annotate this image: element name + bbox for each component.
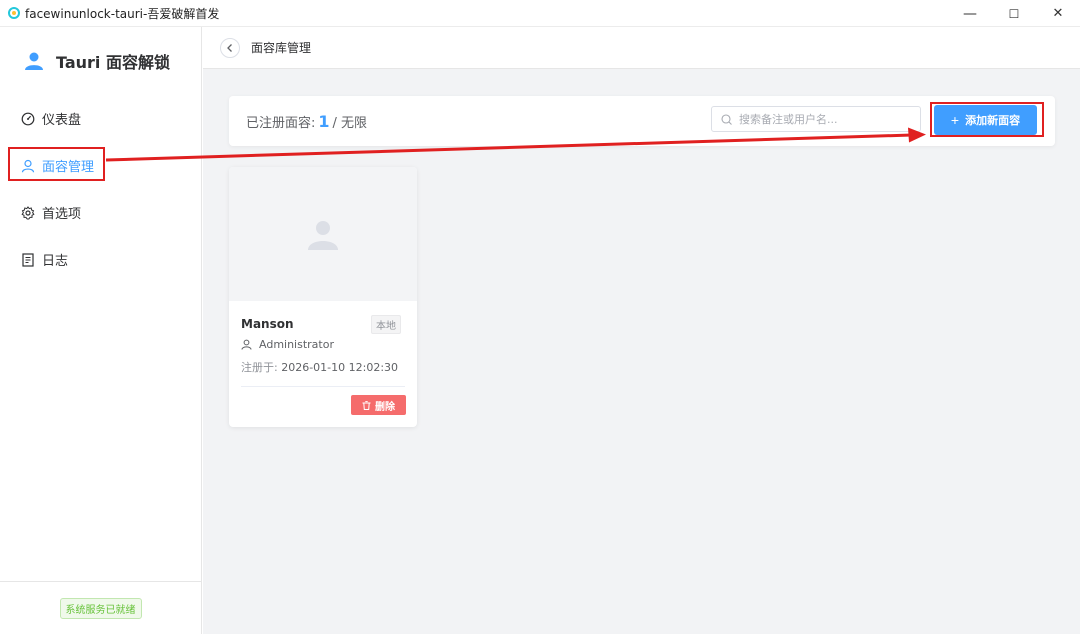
search-input[interactable]: [739, 112, 909, 126]
dashboard-icon: [21, 112, 35, 125]
brand-name: Tauri 面容解锁: [56, 52, 170, 72]
sidebar-item-label: 仪表盘: [42, 113, 82, 128]
face-photo-placeholder: [229, 167, 417, 301]
sidebar-item-dashboard[interactable]: 仪表盘: [0, 95, 202, 142]
face-card: Manson 本地 Administrator 注册于: 2026-01-10 …: [229, 167, 417, 427]
minimize-button[interactable]: —: [948, 0, 992, 27]
sidebar-item-logs[interactable]: 日志: [0, 236, 202, 283]
registered-count: 已注册面容: 1/ 无限: [246, 112, 367, 131]
face-registered-date: 注册于: 2026-01-10 12:02:30: [241, 359, 398, 375]
registered-label: 已注册面容:: [246, 116, 316, 131]
sidebar-item-label: 首选项: [42, 207, 82, 222]
window-titlebar: facewinunlock-tauri-吾爱破解首发 — ☐ ✕: [0, 0, 1080, 27]
service-status-badge: 系统服务已就绪: [59, 597, 142, 619]
app-icon: [8, 7, 20, 19]
face-name: Manson: [241, 317, 294, 331]
nav-highlight-box: [8, 147, 105, 181]
registered-limit: / 无限: [332, 116, 368, 131]
document-icon: [22, 252, 34, 267]
gear-icon: [21, 205, 35, 219]
brand: Tauri 面容解锁: [0, 27, 201, 94]
face-username: Administrator: [241, 338, 334, 351]
face-date-value: 2026-01-10 12:02:30: [281, 361, 399, 374]
face-date-label: 注册于:: [241, 361, 278, 374]
sidebar-footer: 系统服务已就绪: [0, 581, 201, 634]
sidebar-item-preferences[interactable]: 首选项: [0, 189, 202, 236]
user-logo-icon: [25, 52, 43, 70]
sidebar-nav: 仪表盘 面容管理 首选项 日志: [0, 95, 202, 283]
user-placeholder-icon: [308, 221, 338, 250]
delete-face-button[interactable]: 删除: [351, 395, 406, 415]
page-header: 面容库管理: [203, 27, 1080, 69]
main-content: 面容库管理 已注册面容:1/ 无限 + 添加新面容 Manson 本地: [203, 27, 1080, 634]
sidebar-item-label: 日志: [42, 254, 69, 269]
trash-icon: [362, 400, 371, 410]
sidebar: Tauri 面容解锁 仪表盘 面容管理 首选项 日志 系统服务已就绪: [0, 27, 202, 634]
page-title: 面容库管理: [251, 41, 312, 55]
window-title: facewinunlock-tauri-吾爱破解首发: [25, 6, 220, 21]
maximize-button[interactable]: ☐: [992, 0, 1036, 27]
back-button[interactable]: [220, 37, 240, 58]
chevron-left-icon: [227, 43, 232, 52]
add-button-highlight-box: [930, 102, 1044, 137]
search-box[interactable]: [711, 106, 921, 132]
card-divider: [241, 386, 405, 387]
close-button[interactable]: ✕: [1036, 0, 1080, 27]
delete-label: 删除: [375, 401, 395, 413]
registered-count-value: 1: [318, 112, 330, 131]
face-username-value: Administrator: [259, 338, 334, 351]
user-icon: [241, 339, 252, 350]
local-tag: 本地: [371, 315, 401, 334]
search-icon: [721, 113, 732, 125]
